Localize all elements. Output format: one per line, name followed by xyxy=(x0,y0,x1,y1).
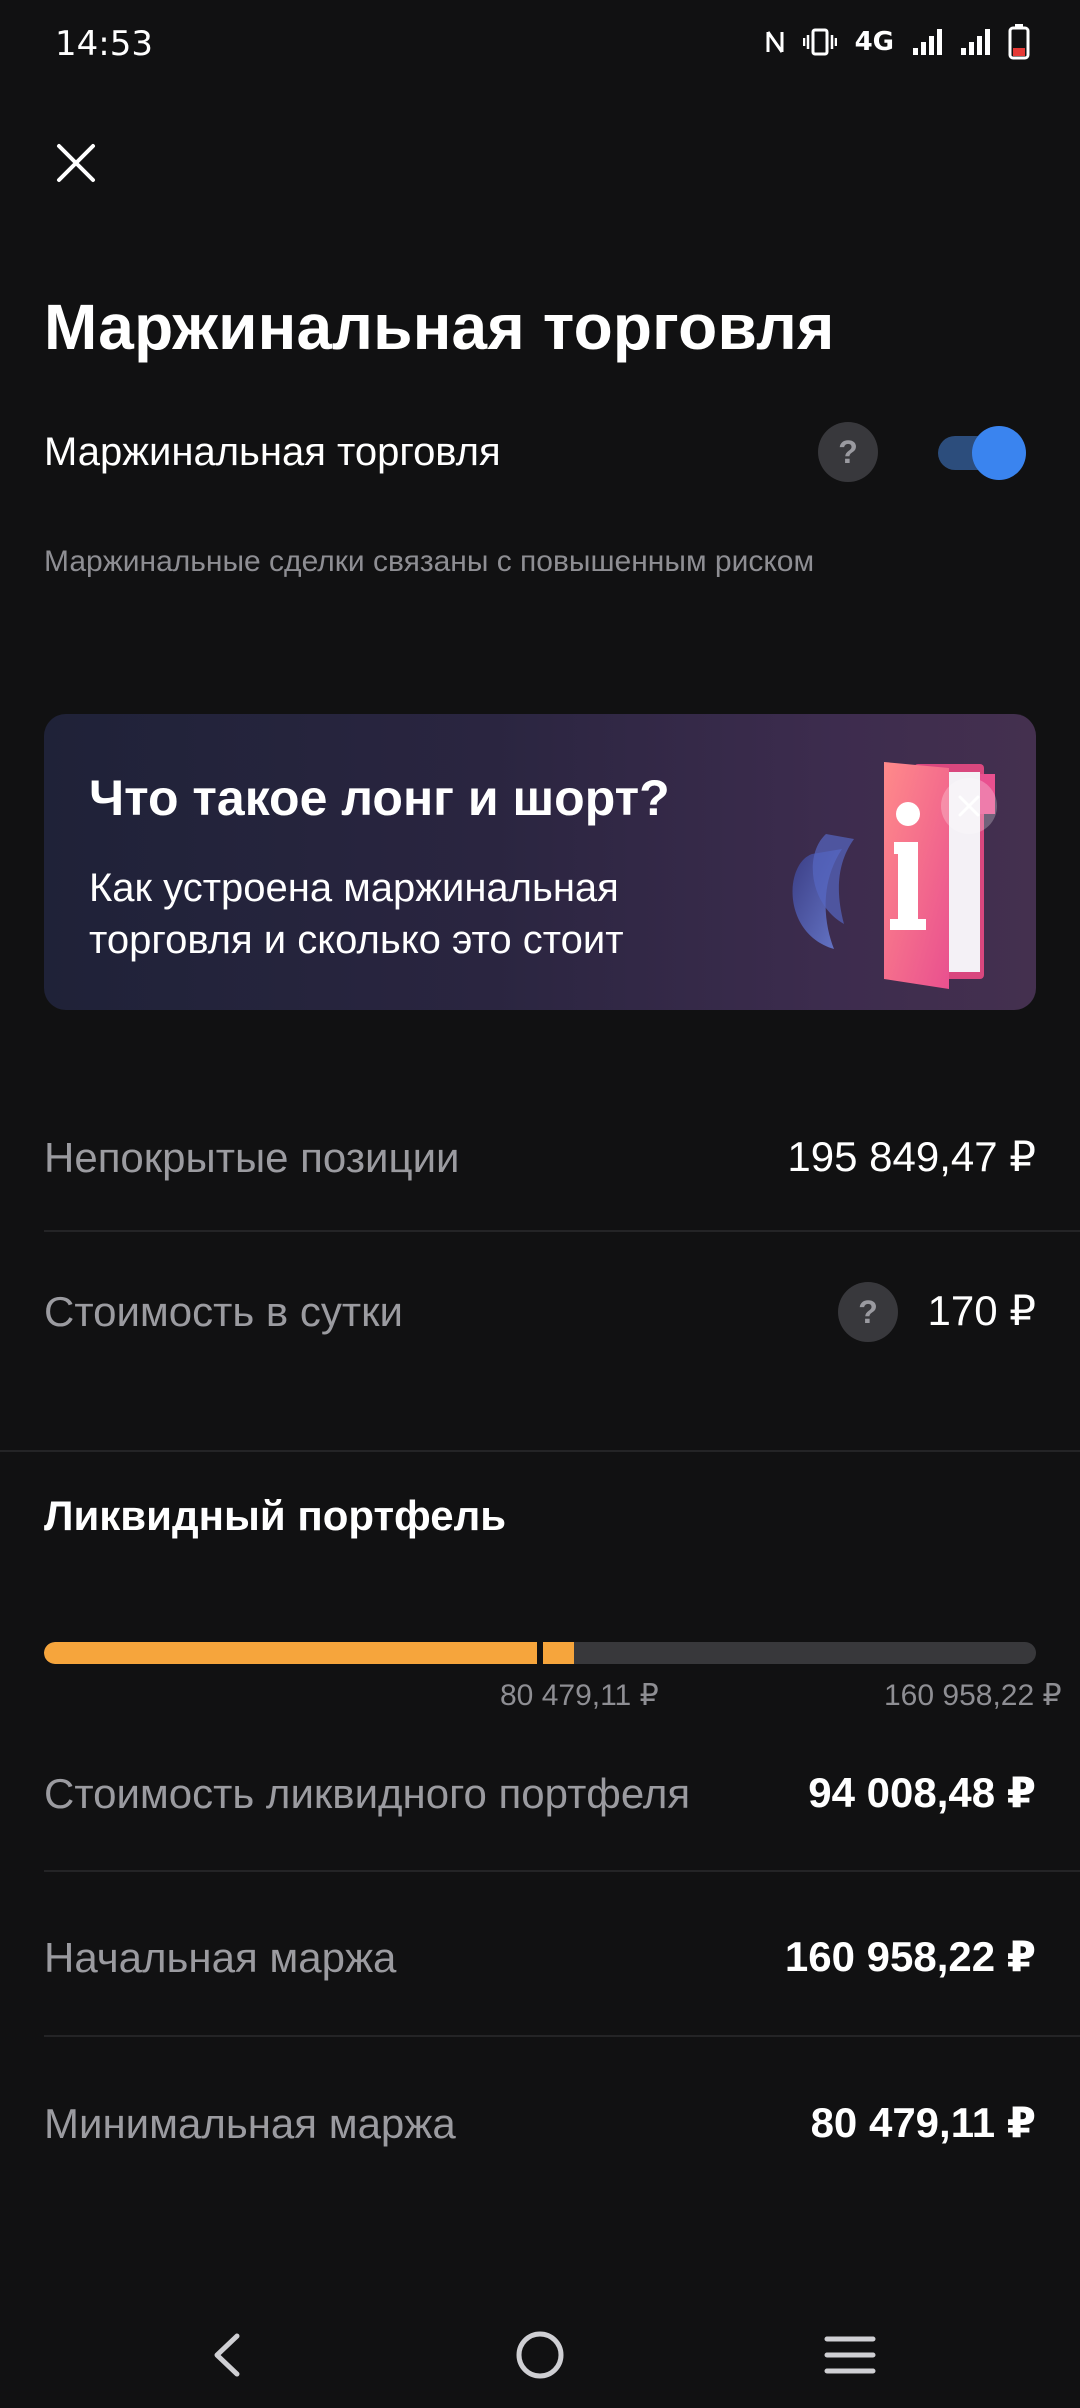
liquid-value-value: 94 008,48 ₽ xyxy=(808,1769,1036,1816)
system-nav-bar xyxy=(0,2300,1080,2408)
margin-trading-toggle[interactable] xyxy=(938,426,1026,480)
progress-labels: 80 479,11 ₽ 160 958,22 ₽ xyxy=(0,1678,1080,1718)
nfc-icon xyxy=(766,31,784,53)
battery-icon xyxy=(1008,24,1030,60)
home-icon xyxy=(516,2331,564,2379)
minimum-margin-value: 80 479,11 ₽ xyxy=(810,2099,1036,2146)
divider xyxy=(44,1230,1080,1232)
signal-icon xyxy=(913,29,942,55)
min-margin-mark-label: 80 479,11 ₽ xyxy=(500,1679,659,1712)
divider xyxy=(44,1870,1080,1872)
promo-title: Что такое лонг и шорт? xyxy=(89,770,670,826)
liquid-value-label: Стоимость ликвидного портфеля xyxy=(44,1770,691,1817)
margin-trading-row: Маржинальная торговля ? xyxy=(44,420,1036,484)
margin-help-button[interactable]: ? xyxy=(818,422,878,482)
liquid-value-row: Стоимость ликвидного портфеля 94 008,48 … xyxy=(44,1742,1036,1842)
initial-margin-mark-label: 160 958,22 ₽ xyxy=(884,1679,1062,1712)
initial-margin-value: 160 958,22 ₽ xyxy=(784,1933,1036,1980)
minimum-margin-row: Минимальная маржа 80 479,11 ₽ xyxy=(44,2072,1036,2172)
liquid-portfolio-progress xyxy=(44,1642,1036,1664)
signal-icon xyxy=(961,29,990,55)
network-type: 4G xyxy=(854,27,894,57)
daily-fee-value: 170 ₽ xyxy=(927,1287,1036,1334)
daily-fee-row: Стоимость в сутки ? 170 ₽ xyxy=(44,1260,1036,1360)
margin-trading-label: Маржинальная торговля xyxy=(44,430,501,474)
nav-menu-button[interactable] xyxy=(815,2320,885,2390)
info-book-icon xyxy=(792,762,997,989)
liquid-portfolio-title: Ликвидный портфель xyxy=(44,1492,507,1539)
risk-hint: Маржинальные сделки связаны с повышенным… xyxy=(44,545,815,578)
page-title: Маржинальная торговля xyxy=(44,291,835,363)
back-icon xyxy=(214,2333,240,2377)
min-margin-marker xyxy=(537,1642,543,1664)
status-icons: 4G xyxy=(765,22,1030,62)
close-icon xyxy=(57,144,95,182)
uncovered-positions-row: Непокрытые позиции 195 849,47 ₽ xyxy=(44,1106,1036,1206)
toggle-knob xyxy=(972,426,1026,480)
menu-icon xyxy=(824,2336,876,2374)
uncovered-positions-value: 195 849,47 ₽ xyxy=(787,1133,1036,1180)
fee-help-button[interactable]: ? xyxy=(838,1282,898,1342)
nav-back-button[interactable] xyxy=(192,2320,262,2390)
close-button[interactable] xyxy=(48,135,104,191)
promo-text: Как устроена маржинальная торговля и ско… xyxy=(89,866,624,962)
divider xyxy=(44,2035,1080,2037)
nav-home-button[interactable] xyxy=(505,2320,575,2390)
initial-margin-label: Начальная маржа xyxy=(44,1934,397,1981)
daily-fee-label: Стоимость в сутки xyxy=(44,1288,403,1335)
minimum-margin-label: Минимальная маржа xyxy=(44,2100,456,2147)
uncovered-positions-label: Непокрытые позиции xyxy=(44,1134,460,1181)
progress-fill xyxy=(44,1642,574,1664)
status-bar: 14:53 4G xyxy=(0,0,1080,90)
status-time: 14:53 xyxy=(55,24,153,64)
promo-card[interactable]: Что такое лонг и шорт? Как устроена марж… xyxy=(44,714,1036,1010)
section-divider xyxy=(0,1450,1080,1452)
vibrate-icon xyxy=(802,28,837,56)
initial-margin-row: Начальная маржа 160 958,22 ₽ xyxy=(44,1906,1036,2006)
